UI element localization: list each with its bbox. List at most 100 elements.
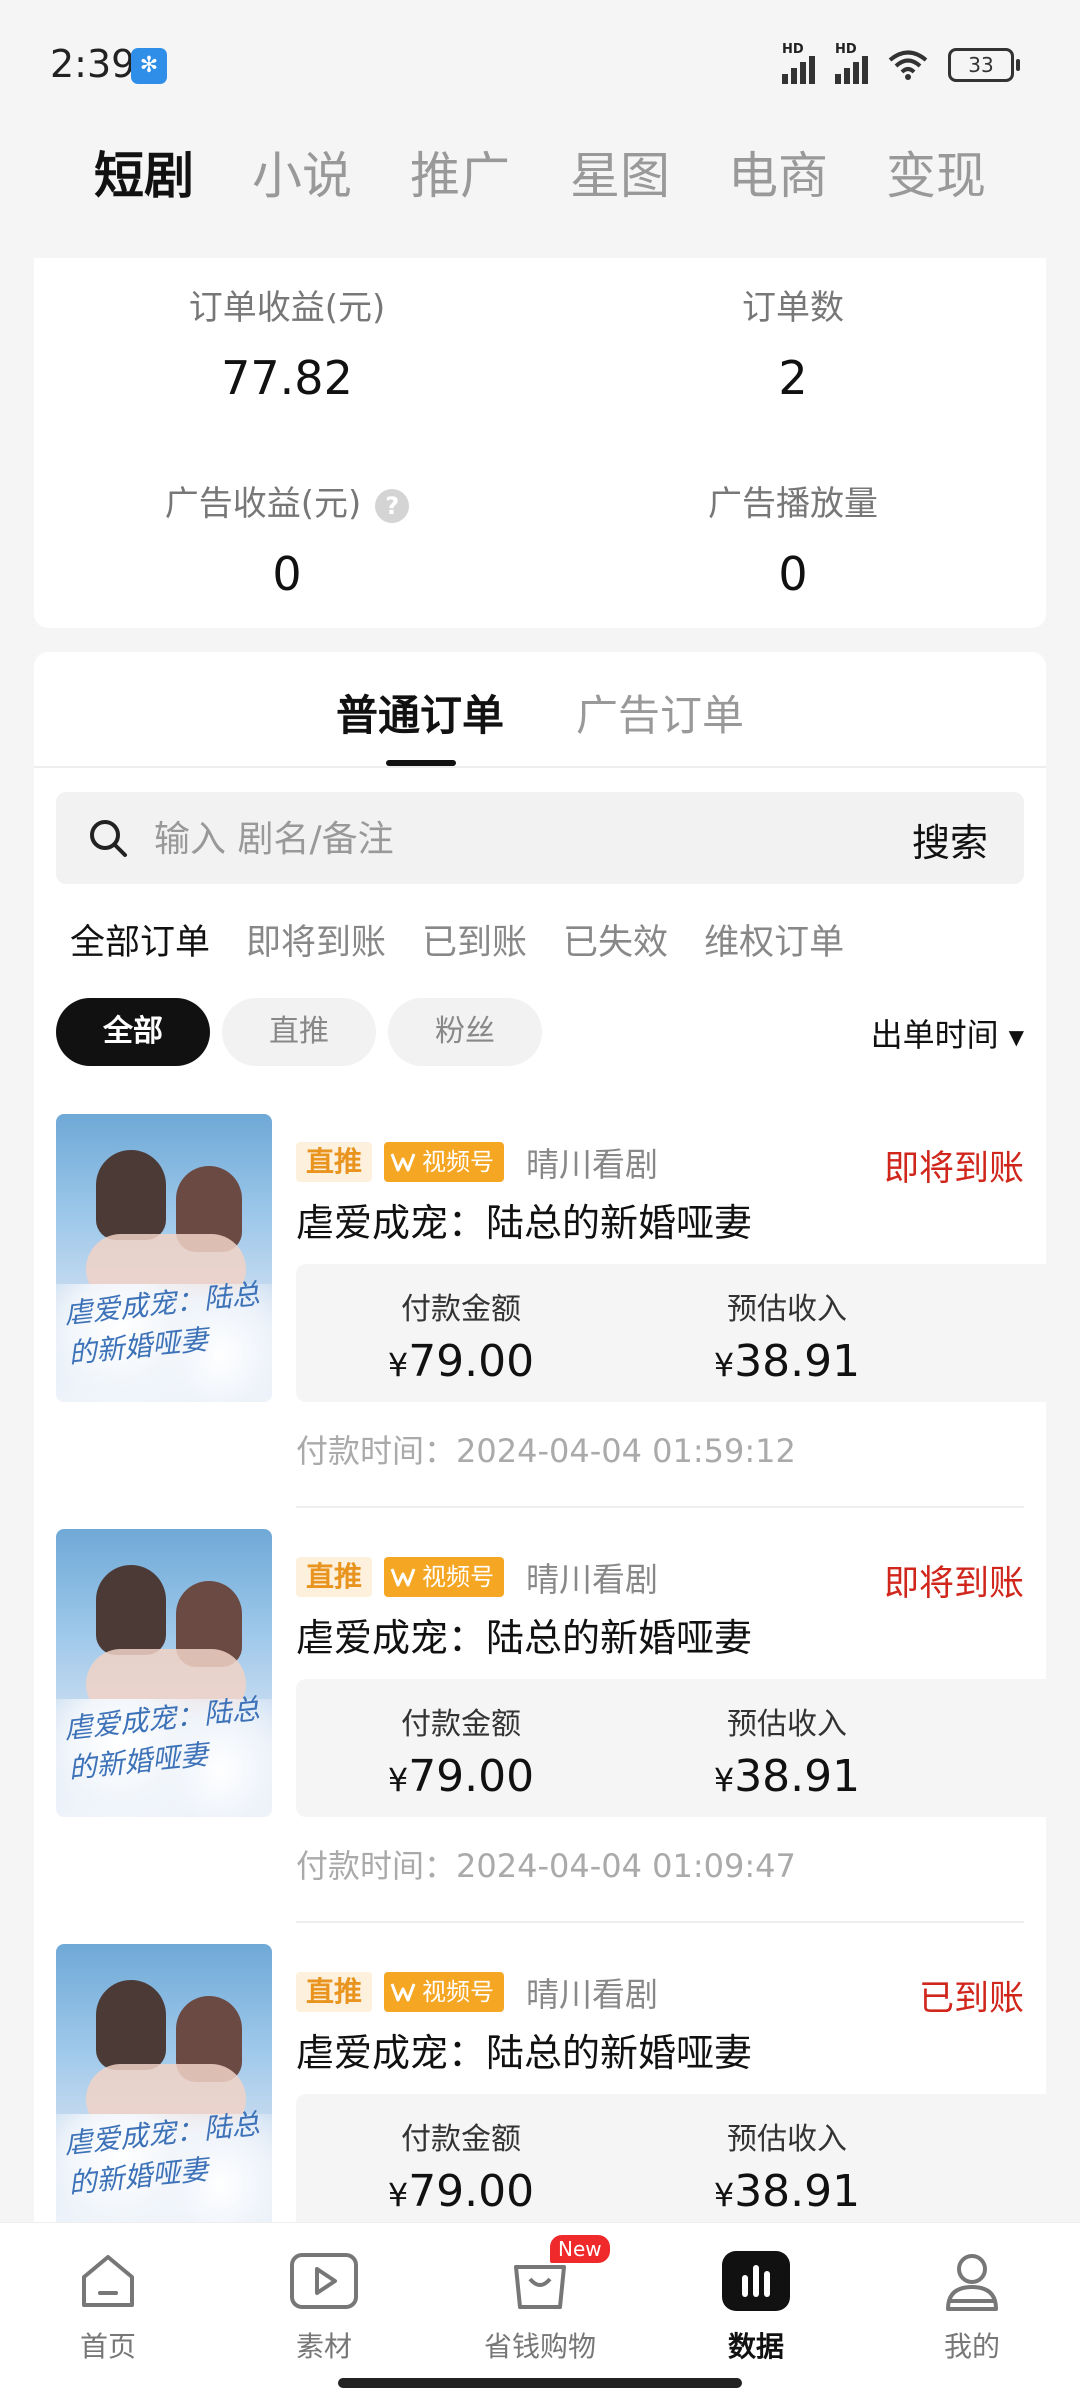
nav-label: 素材 xyxy=(295,2330,352,2363)
tab-normal-orders[interactable]: 普通订单 xyxy=(336,682,504,743)
search-button[interactable]: 搜索 xyxy=(912,812,988,867)
nav-material[interactable]: 素材 xyxy=(216,2241,432,2365)
source-chips: 全部 直推 粉丝 出单时间 ▼ xyxy=(56,998,1024,1068)
status-bar: 2:39 ✻ HD HD 33 xyxy=(0,0,1080,130)
tab-xingtu[interactable]: 星图 xyxy=(570,136,670,208)
order-count-label: 订单数 xyxy=(742,288,844,328)
amount-box: 付款金额 ¥79.00 预估收入 ¥38.91 xyxy=(296,2094,1046,2222)
status-indicators: HD HD 33 xyxy=(782,42,1020,84)
sort-dropdown[interactable]: 出单时间 ▼ xyxy=(871,1010,1024,1056)
tab-novel[interactable]: 小说 xyxy=(252,136,352,208)
bottom-navigation: 首页 素材 New 省钱购物 数据 我的 xyxy=(0,2222,1080,2401)
order-item[interactable]: 虐爱成宠：陆总的新婚哑妻 直推 视频号 晴川看剧 即将到账 虐爱成宠：陆总的新婚… xyxy=(34,1114,1046,1529)
filter-all-orders[interactable]: 全部订单 xyxy=(70,914,210,965)
channel-tag: 视频号 xyxy=(384,1142,505,1182)
home-indicator[interactable] xyxy=(338,2378,742,2388)
estimated-income-label: 预估收入 xyxy=(727,2122,847,2157)
tab-ecommerce[interactable]: 电商 xyxy=(728,136,828,208)
divider xyxy=(296,1921,1024,1923)
order-status-filters: 全部订单 即将到账 已到账 已失效 维权订单 xyxy=(70,914,880,965)
order-status: 即将到账 xyxy=(883,1564,1024,1604)
direct-tag: 直推 xyxy=(296,1557,373,1597)
drama-poster: 虐爱成宠：陆总的新婚哑妻 xyxy=(56,1944,272,2222)
filter-pending[interactable]: 即将到账 xyxy=(246,914,386,965)
home-icon xyxy=(82,2255,134,2307)
nav-data[interactable]: 数据 xyxy=(648,2241,864,2365)
play-icon xyxy=(290,2253,358,2309)
chip-fans[interactable]: 粉丝 xyxy=(388,998,542,1066)
order-income-label: 订单收益(元) xyxy=(188,288,386,328)
search-bar: 搜索 xyxy=(56,792,1024,884)
estimated-income-value: ¥38.91 xyxy=(713,1336,861,1387)
channel-tag: 视频号 xyxy=(384,1557,505,1597)
nav-mine[interactable]: 我的 xyxy=(864,2241,1080,2365)
order-count-stat: 订单数 2 xyxy=(540,280,1046,405)
estimated-income-label: 预估收入 xyxy=(727,1292,847,1327)
earnings-summary-card: 订单收益(元) 77.82 订单数 2 广告收益(元)? 0 广告播放量 0 xyxy=(34,258,1046,628)
signal-icon-2: HD xyxy=(835,42,868,84)
ad-plays-stat: 广告播放量 0 xyxy=(540,476,1046,601)
filter-received[interactable]: 已到账 xyxy=(422,914,527,965)
caret-down-icon: ▼ xyxy=(1008,1025,1024,1049)
order-type-tabs: 普通订单 广告订单 xyxy=(34,652,1046,768)
filter-expired[interactable]: 已失效 xyxy=(563,914,668,965)
status-time: 2:39 xyxy=(50,42,136,86)
channel-tag: 视频号 xyxy=(384,1972,505,2012)
nav-label: 我的 xyxy=(943,2330,1000,2363)
signal-icon: HD xyxy=(782,42,815,84)
chip-direct[interactable]: 直推 xyxy=(222,998,376,1066)
payment-time: 付款时间：2024-04-04 01:59:12 xyxy=(296,1432,796,1470)
app-notification-icon: ✻ xyxy=(131,48,167,84)
estimated-income-value: ¥38.91 xyxy=(713,2166,861,2217)
channel-name: 晴川看剧 xyxy=(526,1975,659,2014)
payment-amount-value: ¥79.00 xyxy=(387,1336,535,1387)
active-tab-indicator xyxy=(386,760,456,766)
order-item[interactable]: 虐爱成宠：陆总的新婚哑妻 直推 视频号 晴川看剧 已到账 虐爱成宠：陆总的新婚哑… xyxy=(34,1944,1046,2222)
order-item[interactable]: 虐爱成宠：陆总的新婚哑妻 直推 视频号 晴川看剧 即将到账 虐爱成宠：陆总的新婚… xyxy=(34,1529,1046,1944)
tab-promotion[interactable]: 推广 xyxy=(410,136,510,208)
order-income-value: 77.82 xyxy=(221,351,353,405)
help-icon[interactable]: ? xyxy=(375,488,410,523)
payment-amount-value: ¥79.00 xyxy=(387,2166,535,2217)
nav-home[interactable]: 首页 xyxy=(0,2241,216,2365)
video-channel-icon xyxy=(390,1153,416,1172)
sort-label: 出单时间 xyxy=(870,1016,999,1054)
tab-monetize[interactable]: 变现 xyxy=(886,136,986,208)
order-status: 已到账 xyxy=(918,1979,1024,2019)
payment-amount-label: 付款金额 xyxy=(401,1707,521,1742)
drama-poster: 虐爱成宠：陆总的新婚哑妻 xyxy=(56,1114,272,1402)
new-badge: New xyxy=(550,2235,610,2263)
payment-amount-value: ¥79.00 xyxy=(387,1751,535,1802)
bar-chart-icon xyxy=(722,2251,790,2311)
chip-all[interactable]: 全部 xyxy=(56,998,210,1066)
estimated-income-label: 预估收入 xyxy=(727,1707,847,1742)
channel-name: 晴川看剧 xyxy=(526,1560,659,1599)
battery-icon: 33 xyxy=(948,48,1020,82)
channel-name: 晴川看剧 xyxy=(526,1145,659,1184)
nav-label: 省钱购物 xyxy=(483,2330,596,2363)
ad-income-value: 0 xyxy=(272,547,302,601)
nav-shopping[interactable]: New 省钱购物 xyxy=(432,2235,648,2365)
search-input[interactable] xyxy=(152,812,856,866)
amount-box: 付款金额 ¥79.00 预估收入 ¥38.91 xyxy=(296,1679,1046,1817)
tab-short-drama[interactable]: 短剧 xyxy=(94,136,194,208)
tab-ad-orders[interactable]: 广告订单 xyxy=(576,682,744,743)
nav-label: 首页 xyxy=(79,2330,136,2363)
payment-amount-label: 付款金额 xyxy=(401,1292,521,1327)
order-status: 即将到账 xyxy=(883,1149,1024,1189)
orders-card: 普通订单 广告订单 搜索 全部订单 即将到账 已到账 已失效 维权订单 全部 直… xyxy=(34,652,1046,2222)
search-icon xyxy=(90,820,127,857)
wifi-icon xyxy=(888,50,928,80)
drama-title: 虐爱成宠：陆总的新婚哑妻 xyxy=(296,1201,753,1245)
divider xyxy=(296,1506,1024,1508)
payment-time: 付款时间：2024-04-04 01:09:47 xyxy=(296,1847,796,1885)
video-channel-icon xyxy=(390,1983,416,2002)
nav-label: 数据 xyxy=(727,2330,784,2363)
drama-title: 虐爱成宠：陆总的新婚哑妻 xyxy=(296,2031,753,2075)
direct-tag: 直推 xyxy=(296,1972,373,2012)
amount-box: 付款金额 ¥79.00 预估收入 ¥38.91 xyxy=(296,1264,1046,1402)
drama-poster: 虐爱成宠：陆总的新婚哑妻 xyxy=(56,1529,272,1817)
payment-amount-label: 付款金额 xyxy=(401,2122,521,2157)
drama-title: 虐爱成宠：陆总的新婚哑妻 xyxy=(296,1616,753,1660)
filter-dispute[interactable]: 维权订单 xyxy=(704,914,844,965)
